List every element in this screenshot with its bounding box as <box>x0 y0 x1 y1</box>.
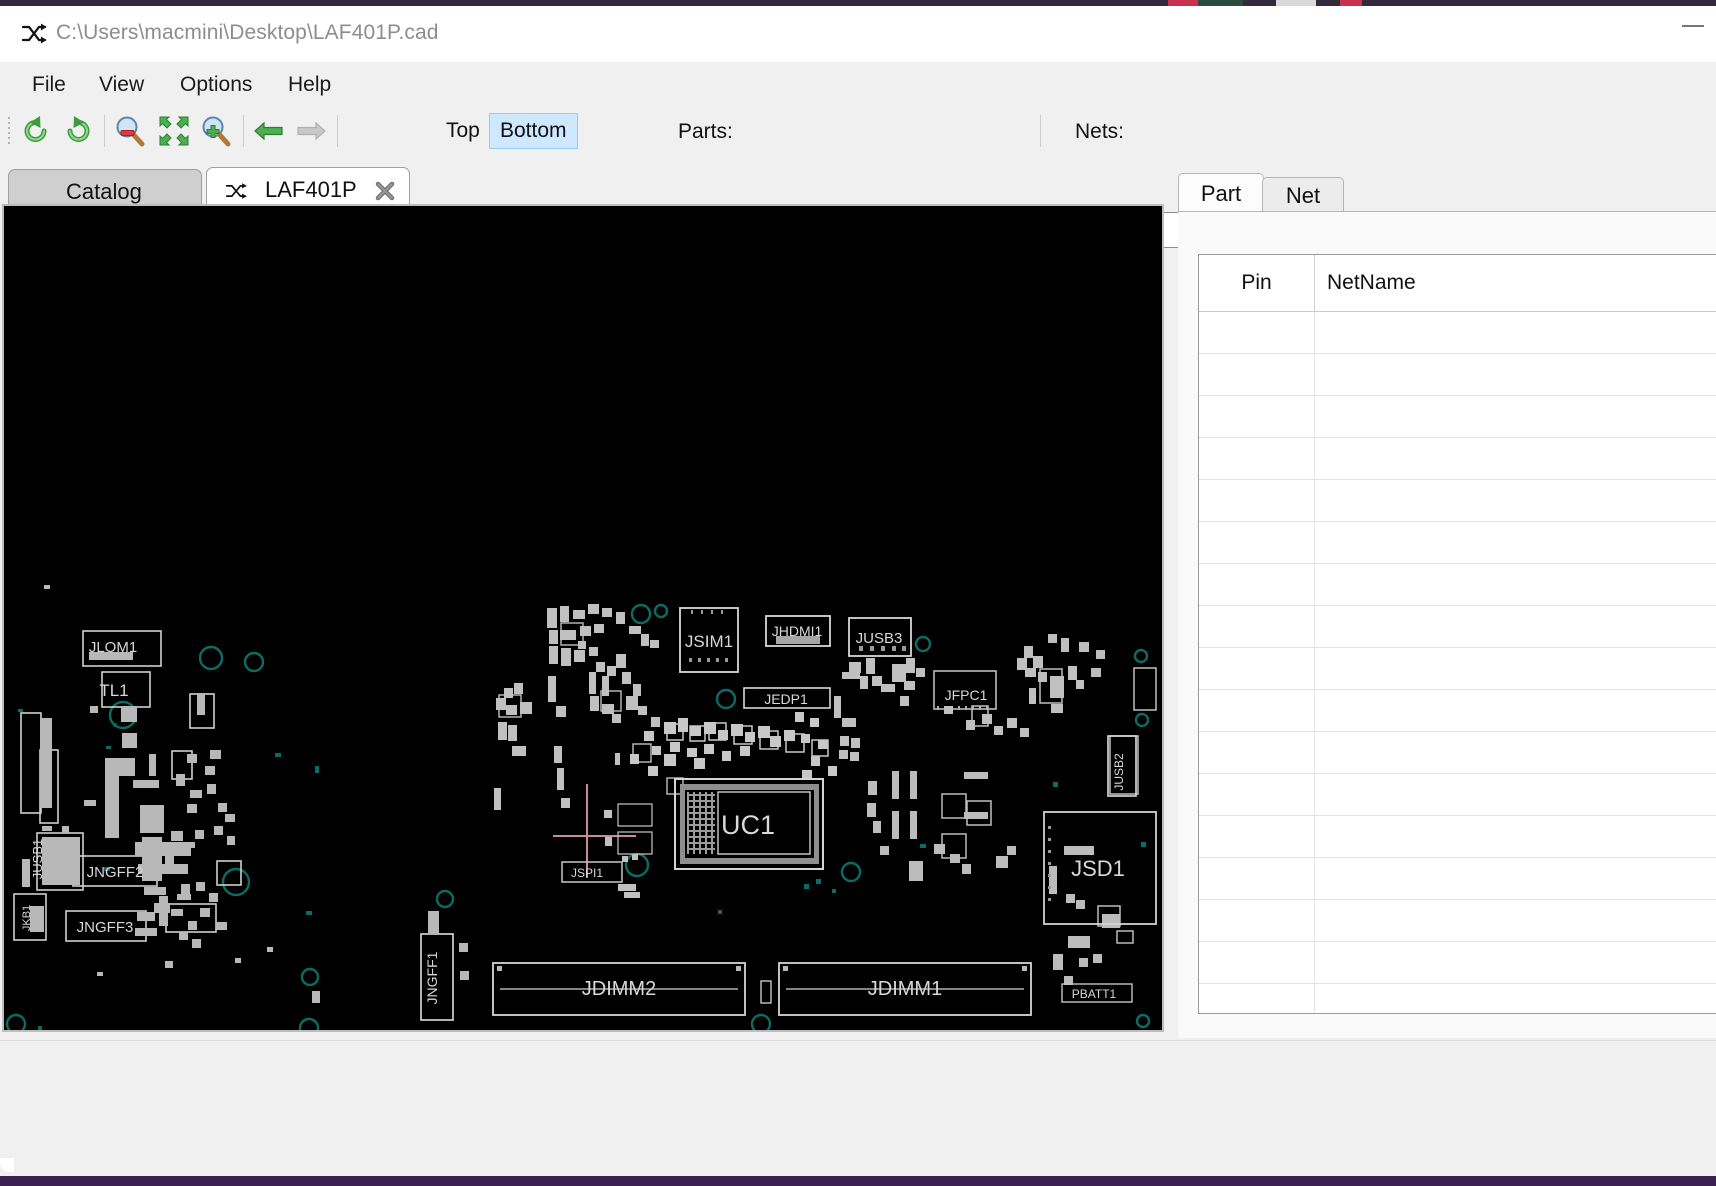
grid-header-row: Pin NetName <box>1199 255 1716 312</box>
nets-label: Nets: <box>1075 120 1124 144</box>
right-panel-tab-strip: Part Net <box>1178 169 1716 213</box>
application-window: C:\Users\macmini\Desktop\LAF401P.cad Fil… <box>0 6 1716 1178</box>
minimize-button[interactable] <box>1670 6 1716 44</box>
menu-item-file[interactable]: File <box>20 68 78 101</box>
svg-text:JNGFF2: JNGFF2 <box>87 864 144 881</box>
svg-text:JKB1: JKB1 <box>21 905 33 931</box>
menu-bar: File View Options Help <box>0 62 1716 107</box>
grid-body <box>1199 312 1716 1014</box>
right-panel: Pin NetName <box>1178 211 1716 1038</box>
view-side-top-button[interactable]: Top <box>437 115 489 147</box>
view-side-bottom-button[interactable]: Bottom <box>489 113 578 149</box>
table-row[interactable] <box>1199 816 1716 858</box>
svg-text:JNGFF3: JNGFF3 <box>77 919 134 936</box>
svg-text:JNGFF1: JNGFF1 <box>424 951 440 1004</box>
toolbar: Top Bottom Parts: Nets: <box>0 107 1716 155</box>
board-view-frame: JLOM1 TL1 JNGFF2 JNGFF3 JSIM1 JHDMI1 JUS… <box>2 204 1164 1032</box>
menu-item-options[interactable]: Options <box>168 68 264 101</box>
tab-catalog-label: Catalog <box>66 179 142 205</box>
svg-text:JEDP1: JEDP1 <box>764 691 808 707</box>
pcb-board-canvas[interactable]: JLOM1 TL1 JNGFF2 JNGFF3 JSIM1 JHDMI1 JUS… <box>4 206 1162 1030</box>
svg-text:UC1: UC1 <box>721 810 775 840</box>
table-row[interactable] <box>1199 522 1716 564</box>
table-row[interactable] <box>1199 396 1716 438</box>
svg-text:JUSB2: JUSB2 <box>1112 753 1126 791</box>
table-row[interactable] <box>1199 354 1716 396</box>
table-row[interactable] <box>1199 942 1716 984</box>
table-row[interactable] <box>1199 480 1716 522</box>
table-row[interactable] <box>1199 438 1716 480</box>
table-row[interactable] <box>1199 312 1716 354</box>
toolbar-separator <box>243 115 244 147</box>
shuffle-icon <box>20 20 48 48</box>
svg-text:JDIMM2: JDIMM2 <box>582 978 656 1000</box>
toolbar-grip[interactable] <box>8 117 12 145</box>
table-row[interactable] <box>1199 984 1716 1014</box>
window-title: C:\Users\macmini\Desktop\LAF401P.cad <box>56 21 439 45</box>
tab-laf401p-label: LAF401P <box>265 177 357 203</box>
table-row[interactable] <box>1199 774 1716 816</box>
svg-text:JUSB1: JUSB1 <box>30 839 45 879</box>
svg-text:JFPC1: JFPC1 <box>945 687 988 703</box>
svg-text:JHDMI1: JHDMI1 <box>772 623 823 639</box>
tab-net[interactable]: Net <box>1262 177 1344 214</box>
toolbar-separator <box>1040 115 1041 147</box>
table-row[interactable] <box>1199 564 1716 606</box>
back-arrow-icon[interactable] <box>251 113 287 149</box>
svg-text:JUSB3: JUSB3 <box>856 630 903 647</box>
svg-text:PBATT1: PBATT1 <box>1072 987 1117 1001</box>
close-icon[interactable] <box>374 180 396 202</box>
table-row[interactable] <box>1199 606 1716 648</box>
pcb-silkscreen-drawing: JLOM1 TL1 JNGFF2 JNGFF3 JSIM1 JHDMI1 JUS… <box>4 206 1162 1030</box>
toolbar-separator <box>337 115 338 147</box>
column-header-pin[interactable]: Pin <box>1199 255 1315 311</box>
table-row[interactable] <box>1199 648 1716 690</box>
table-row[interactable] <box>1199 690 1716 732</box>
desktop-bottom-edge <box>0 1176 1716 1186</box>
menu-item-view[interactable]: View <box>87 68 156 101</box>
table-row[interactable] <box>1199 858 1716 900</box>
shuffle-icon <box>225 180 247 200</box>
parts-label: Parts: <box>678 120 733 144</box>
svg-text:JSIM1: JSIM1 <box>685 632 733 651</box>
tab-part[interactable]: Part <box>1178 173 1264 214</box>
forward-arrow-icon <box>293 113 329 149</box>
zoom-in-icon[interactable] <box>198 113 234 149</box>
title-bar: C:\Users\macmini\Desktop\LAF401P.cad <box>0 6 1716 62</box>
rotate-left-icon[interactable] <box>18 113 54 149</box>
column-header-netname[interactable]: NetName <box>1315 255 1716 311</box>
svg-text:JDIMM1: JDIMM1 <box>868 978 942 1000</box>
pin-netname-grid[interactable]: Pin NetName <box>1198 254 1716 1014</box>
svg-text:JSD1: JSD1 <box>1071 856 1125 881</box>
fit-to-screen-icon[interactable] <box>156 113 192 149</box>
svg-text:TL1: TL1 <box>99 681 128 700</box>
table-row[interactable] <box>1199 900 1716 942</box>
menu-item-help[interactable]: Help <box>276 68 343 101</box>
toolbar-separator <box>104 115 105 147</box>
zoom-out-icon[interactable] <box>112 113 148 149</box>
rotate-right-icon[interactable] <box>60 113 96 149</box>
svg-text:JSPI1: JSPI1 <box>571 866 603 880</box>
svg-text:JLOM1: JLOM1 <box>89 639 137 656</box>
table-row[interactable] <box>1199 732 1716 774</box>
status-bar <box>0 1040 1716 1171</box>
